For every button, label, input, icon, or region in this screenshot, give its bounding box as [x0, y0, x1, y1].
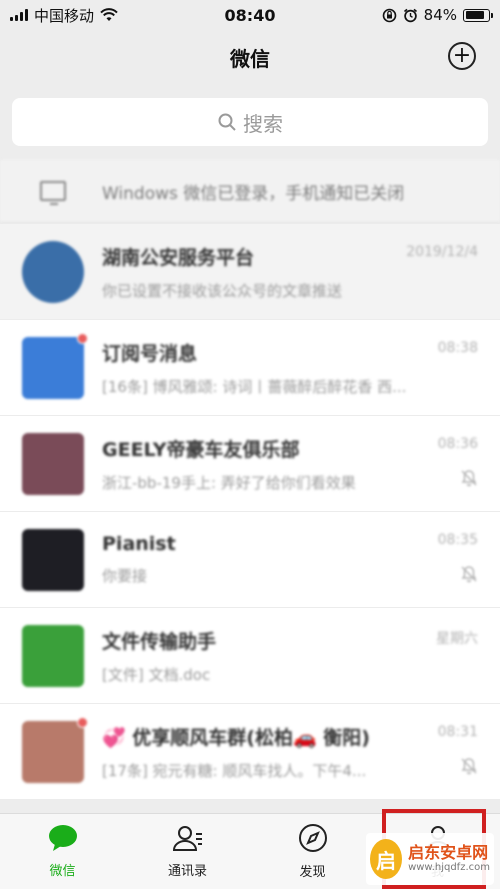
page-title: 微信 [230, 46, 270, 71]
chat-time: 08:35 [437, 532, 478, 548]
carrier-label: 中国移动 [34, 6, 95, 25]
watermark: 启 启东安卓网 www.hjqdfz.com [366, 833, 494, 885]
search-input[interactable]: 搜索 [12, 98, 488, 146]
chat-time: 2019/12/4 [406, 244, 478, 260]
banner-text: Windows 微信已登录，手机通知已关闭 [102, 183, 405, 204]
chat-row[interactable]: Pianist 你要接 08:35 [0, 512, 500, 608]
avatar [22, 432, 84, 495]
chat-row[interactable]: 订阅号消息 [16条] 博风雅颂: 诗词丨蔷薇醉后醉花香 西... 08:38 [0, 320, 500, 416]
tab-label: 微信 [49, 864, 76, 879]
chat-row[interactable]: 💞 优享顺风车群(松柏🚗 衡阳) [17条] 宛元有糖: 顺风车找人。下午4...… [0, 704, 500, 800]
search-placeholder: 搜索 [243, 111, 283, 136]
rotation-lock-icon [382, 8, 396, 22]
wifi-icon [100, 8, 118, 21]
mute-icon [460, 757, 478, 779]
tab-1[interactable]: 通讯录 [125, 814, 250, 889]
watermark-url: www.hjqdfz.com [408, 862, 490, 874]
status-bar: 中国移动 08:40 84% [0, 0, 500, 30]
chat-row[interactable]: 湖南公安服务平台 你已设置不接收该公众号的文章推送 2019/12/4 [0, 224, 500, 320]
plus-icon: + [452, 43, 472, 68]
chat-list: 湖南公安服务平台 你已设置不接收该公众号的文章推送 2019/12/4 订阅号消息 [1… [0, 224, 500, 800]
chat-row[interactable]: 文件传输助手 [文件] 文档.doc 星期六 [0, 608, 500, 704]
windows-login-banner[interactable]: Windows 微信已登录，手机通知已关闭 [0, 160, 500, 223]
nav-bar: 微信 + [0, 30, 500, 84]
status-left: 中国移动 [10, 5, 118, 26]
chat-time: 08:38 [437, 340, 478, 356]
avatar [22, 240, 84, 303]
chat-preview: [16条] 博风雅颂: 诗词丨蔷薇醉后醉花香 西... [102, 377, 407, 396]
search-icon [218, 113, 236, 131]
tab-label: 通讯录 [167, 864, 207, 879]
mute-icon [460, 565, 478, 587]
unread-badge [77, 332, 88, 344]
chat-time: 星期六 [436, 631, 478, 647]
unread-badge [77, 716, 88, 728]
watermark-title: 启东安卓网 [408, 842, 489, 862]
alarm-icon [403, 8, 417, 22]
signal-icon [10, 9, 28, 21]
avatar [22, 624, 84, 687]
contacts-icon [172, 824, 204, 856]
add-button[interactable]: + [448, 42, 476, 70]
tab-label: 发现 [299, 865, 326, 880]
watermark-logo: 启 [370, 839, 403, 879]
avatar [22, 528, 84, 591]
chat-row[interactable]: GEELY帝豪车友俱乐部 浙江-bb-19手上: 弄好了给你们看效果 08:36 [0, 416, 500, 512]
chat-time: 08:31 [437, 724, 478, 740]
status-right: 84% [382, 6, 493, 24]
monitor-icon [40, 181, 66, 205]
chat-preview: [17条] 宛元有糖: 顺风车找人。下午4... [102, 761, 367, 780]
battery-icon [463, 8, 493, 22]
chat-preview: 你已设置不接收该公众号的文章推送 [102, 281, 343, 300]
compass-icon [298, 823, 328, 857]
mute-icon [460, 469, 478, 491]
chat-preview: 浙江-bb-19手上: 弄好了给你们看效果 [102, 473, 356, 492]
tab-0[interactable]: 微信 [0, 814, 125, 889]
chat-bubble-icon [47, 824, 79, 856]
avatar [22, 332, 88, 399]
battery-percent: 84% [423, 6, 457, 24]
chat-preview: 你要接 [102, 567, 148, 585]
tab-2[interactable]: 发现 [250, 814, 375, 889]
chat-time: 08:36 [437, 436, 478, 452]
avatar [22, 716, 88, 783]
chat-preview: [文件] 文档.doc [102, 665, 211, 684]
